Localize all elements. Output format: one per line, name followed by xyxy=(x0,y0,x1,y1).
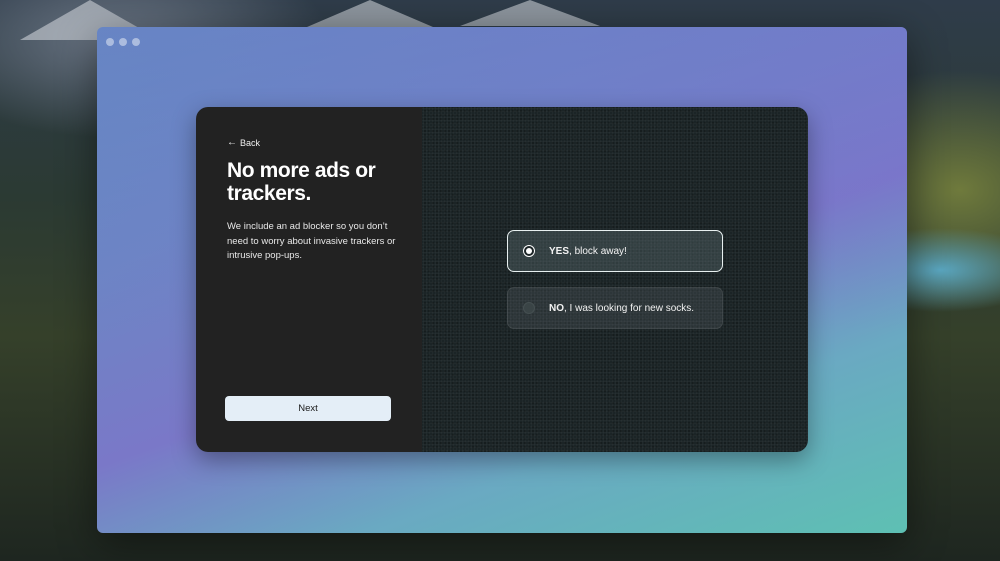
app-window: ← Back No more ads or trackers. We inclu… xyxy=(97,27,907,533)
window-minimize-dot[interactable] xyxy=(119,38,127,46)
onboarding-card: ← Back No more ads or trackers. We inclu… xyxy=(196,107,808,452)
arrow-left-icon: ← xyxy=(227,137,237,148)
option-no-ads[interactable]: NO, I was looking for new socks. xyxy=(507,287,723,329)
onboarding-info-panel: ← Back No more ads or trackers. We inclu… xyxy=(196,107,422,452)
back-button[interactable]: ← Back xyxy=(227,137,261,149)
option-label: NO, I was looking for new socks. xyxy=(549,303,694,314)
back-label: Back xyxy=(240,138,261,148)
window-zoom-dot[interactable] xyxy=(132,38,140,46)
option-rest-text: , block away! xyxy=(569,245,627,257)
option-rest-text: , I was looking for new socks. xyxy=(564,302,695,314)
option-label: YES, block away! xyxy=(549,246,627,257)
radio-unselected-icon xyxy=(523,302,535,314)
next-button[interactable]: Next xyxy=(225,396,391,421)
page-description: We include an ad blocker so you don’t ne… xyxy=(227,221,396,261)
radio-selected-icon xyxy=(523,245,535,257)
mountain-peak xyxy=(460,0,600,26)
mountain-peak xyxy=(300,0,440,30)
onboarding-options-panel: YES, block away! NO, I was looking for n… xyxy=(422,107,808,452)
page-title: No more ads or trackers. xyxy=(227,159,376,205)
option-yes-block-ads[interactable]: YES, block away! xyxy=(507,230,723,272)
option-bold-text: NO xyxy=(549,302,564,314)
window-close-dot[interactable] xyxy=(106,38,114,46)
option-bold-text: YES xyxy=(549,245,570,257)
desktop-background: ← Back No more ads or trackers. We inclu… xyxy=(0,0,1000,561)
